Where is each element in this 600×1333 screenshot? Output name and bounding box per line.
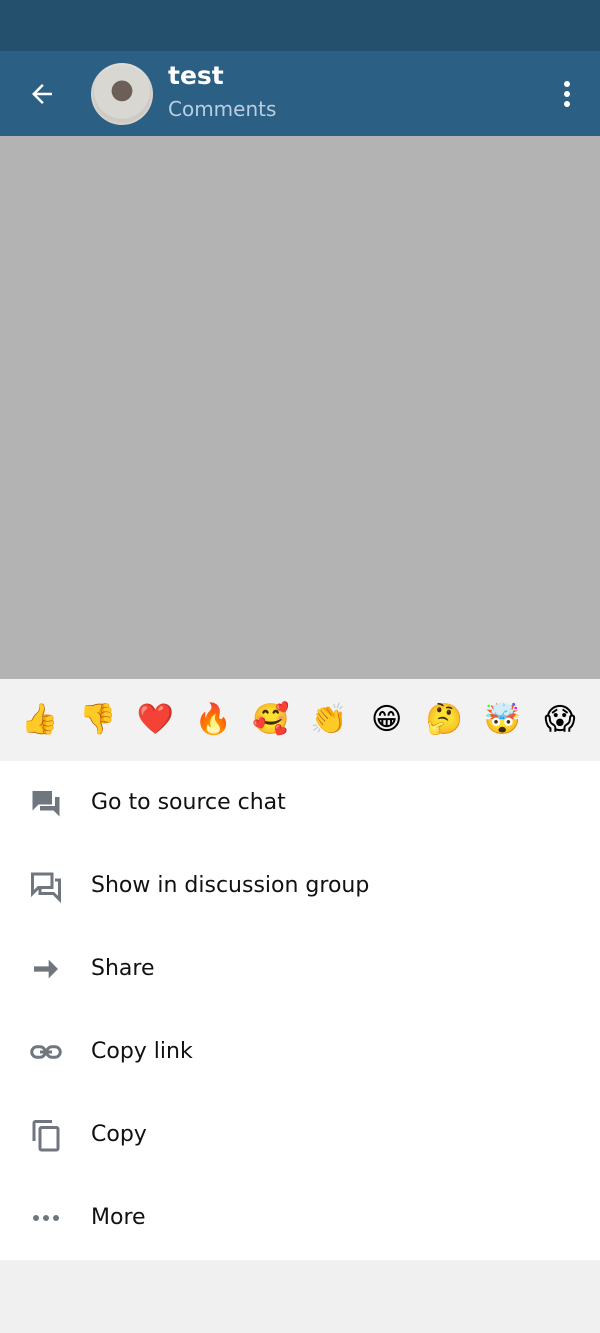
app-bar: test Comments [0, 51, 600, 136]
bottom-area [0, 1260, 600, 1333]
copy-icon [26, 1115, 66, 1155]
menu-item-copy[interactable]: Copy [0, 1093, 600, 1176]
arrow-left-icon [32, 84, 52, 104]
more-dots-icon [26, 1198, 66, 1238]
vertical-dots-icon [564, 81, 570, 107]
reaction-thumbs-down[interactable]: 👎 [70, 692, 126, 748]
context-menu: Go to source chat Show in discussion gro… [0, 761, 600, 1260]
discussion-icon [26, 866, 66, 906]
chat-title: test [168, 61, 224, 90]
menu-item-label: More [91, 1205, 146, 1230]
menu-item-show-in-discussion-group[interactable]: Show in discussion group [0, 844, 600, 927]
reaction-screaming[interactable]: 😱 [532, 692, 588, 748]
menu-item-label: Copy link [91, 1039, 193, 1064]
back-button[interactable] [18, 71, 66, 117]
reaction-bar: 👍 👎 ❤️ 🔥 🥰 👏 😁 🤔 🤯 😱 [0, 679, 600, 761]
reaction-thumbs-up[interactable]: 👍 [12, 692, 68, 748]
reaction-smiling-hearts[interactable]: 🥰 [243, 692, 299, 748]
menu-item-share[interactable]: Share [0, 927, 600, 1010]
menu-item-label: Go to source chat [91, 790, 286, 815]
link-icon [26, 1032, 66, 1072]
reaction-grinning[interactable]: 😁 [359, 692, 415, 748]
menu-item-label: Copy [91, 1122, 147, 1147]
reaction-mind-blown[interactable]: 🤯 [474, 692, 530, 748]
menu-item-label: Show in discussion group [91, 873, 370, 898]
more-options-button[interactable] [550, 71, 584, 117]
menu-item-more[interactable]: More [0, 1176, 600, 1259]
chat-subtitle: Comments [168, 97, 277, 121]
reaction-heart[interactable]: ❤️ [128, 692, 184, 748]
reaction-thinking[interactable]: 🤔 [416, 692, 472, 748]
dim-overlay[interactable] [0, 136, 600, 679]
reaction-clapping[interactable]: 👏 [301, 692, 357, 748]
share-arrow-icon [26, 949, 66, 989]
avatar[interactable] [91, 63, 153, 125]
menu-item-copy-link[interactable]: Copy link [0, 1010, 600, 1093]
reaction-fire[interactable]: 🔥 [185, 692, 241, 748]
status-bar [0, 0, 600, 51]
menu-item-label: Share [91, 956, 155, 981]
menu-item-go-to-source-chat[interactable]: Go to source chat [0, 761, 600, 844]
chat-icon [26, 783, 66, 823]
